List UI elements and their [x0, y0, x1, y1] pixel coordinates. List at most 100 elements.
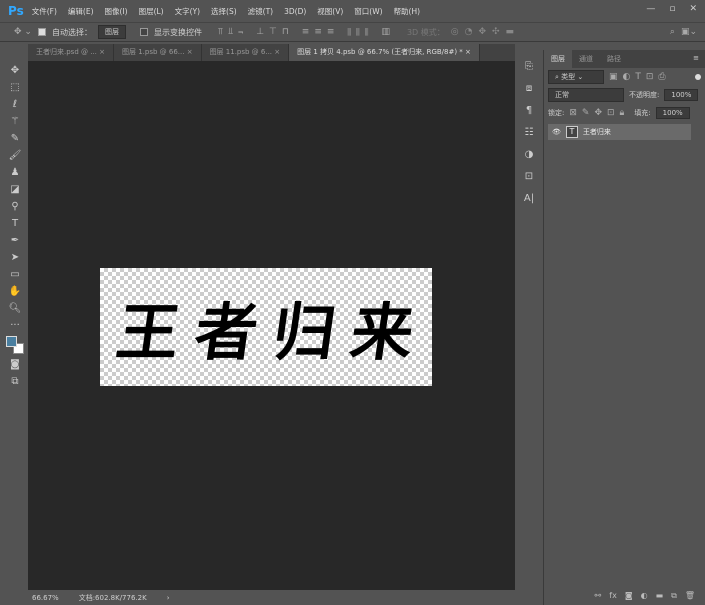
link-icon[interactable]: ⚯: [595, 591, 602, 601]
close-button[interactable]: ✕: [689, 4, 697, 14]
panel-menu-icon[interactable]: ≡: [687, 50, 705, 68]
lock-row: 锁定: ⊠✎✥⊡🔒︎ 填充: 100%: [544, 104, 705, 122]
menu-filter[interactable]: 滤镜(T): [248, 6, 273, 17]
text-layer-thumbnail-icon: T: [565, 126, 578, 138]
blend-row: 正常 不透明度: 100%: [544, 86, 705, 104]
status-bar: 66.67% 文档:602.8K/776.2K ›: [28, 590, 515, 605]
tab-document-1[interactable]: 王者归来.psd @ ... ×: [28, 44, 114, 61]
align-icons[interactable]: ⫪⫫⫬ ⊥⊤⊓ ≡≡≡ ⫴⫴⫴ ▥: [218, 27, 395, 37]
screen-mode-icon[interactable]: ⧉: [11, 375, 18, 388]
panel-tabs: 图层 通道 路径 ≡: [544, 50, 705, 68]
calligraphy-char: 王: [112, 296, 185, 369]
filter-toggle[interactable]: [695, 74, 701, 80]
tab-paths[interactable]: 路径: [600, 50, 628, 68]
properties-icon[interactable]: ⧈: [526, 82, 532, 95]
move-tool-icon[interactable]: ✥ ⌄: [14, 27, 32, 37]
panel-dock: ⎘ ⧈ ¶ ☷ ◑ ⊡ A|: [517, 58, 541, 228]
filter-kind-dropdown[interactable]: ⌕ 类型 ⌄: [548, 70, 604, 84]
tools-panel: ✥ ⬚ ℓ ⚚ ✎ 🖌︎ ♟ ◪ ⚲ T ✒ ➤ ▭ ✋ 🔍︎ ··· ◙ ⧉: [2, 60, 28, 590]
pen-tool-icon[interactable]: ✒: [11, 234, 19, 247]
tab-document-2[interactable]: 图层 1.psb @ 66... ×: [114, 44, 202, 61]
fill-label: 填充:: [634, 109, 651, 117]
menu-type[interactable]: 文字(Y): [175, 6, 200, 17]
adjustment-layer-icon[interactable]: ◐: [641, 591, 648, 601]
type-tool-icon[interactable]: T: [12, 217, 18, 230]
layer-name[interactable]: 王者归来: [583, 127, 611, 137]
menu-edit[interactable]: 编辑(E): [68, 6, 94, 17]
layer-row[interactable]: 👁︎ T 王者归来: [548, 124, 691, 140]
hand-tool-icon[interactable]: ✋: [9, 285, 21, 298]
menu-3d[interactable]: 3D(D): [284, 7, 306, 16]
menu-select[interactable]: 选择(S): [211, 6, 237, 17]
lock-label: 锁定:: [548, 109, 565, 117]
menu-help[interactable]: 帮助(H): [394, 6, 421, 17]
menu-bar: Ps 文件(F) 编辑(E) 图像(I) 图层(L) 文字(Y) 选择(S) 滤…: [0, 0, 705, 22]
window-controls: — ▫ ✕: [646, 4, 697, 14]
minimize-button[interactable]: —: [646, 4, 655, 14]
lock-icons[interactable]: ⊠✎✥⊡🔒︎: [569, 108, 629, 118]
color-icon[interactable]: ◑: [525, 148, 534, 161]
calligraphy-char: 来: [346, 296, 419, 369]
auto-select-checkbox[interactable]: [37, 28, 46, 36]
show-transform-label: 显示变换控件: [153, 27, 202, 37]
auto-select-label: 自动选择：: [51, 27, 92, 37]
workspace-icon[interactable]: ▣⌄: [681, 27, 697, 37]
menu-file[interactable]: 文件(F): [32, 6, 57, 17]
layers-footer: ⚯ fx ◙ ◐ ▬ ⧉ 🗑︎: [595, 591, 695, 601]
marquee-tool-icon[interactable]: ⬚: [10, 81, 19, 94]
document-size: 文档:602.8K/776.2K: [78, 593, 147, 602]
options-bar: ✥ ⌄ 自动选择： 图层 显示变换控件 ⫪⫫⫬ ⊥⊤⊓ ≡≡≡ ⫴⫴⫴ ▥ 3D…: [0, 22, 705, 42]
quick-mask-icon[interactable]: ◙: [10, 358, 20, 371]
new-layer-icon[interactable]: ⧉: [671, 591, 677, 601]
brush-icon[interactable]: 🖌︎: [9, 149, 22, 162]
tab-channels[interactable]: 通道: [572, 50, 600, 68]
paragraph-icon[interactable]: ¶: [526, 104, 532, 117]
restore-button[interactable]: ▫: [669, 4, 675, 14]
3d-tool-icons[interactable]: ◎◔✥✣▬: [451, 27, 520, 37]
menu-layer[interactable]: 图层(L): [139, 6, 164, 17]
menu-window[interactable]: 窗口(W): [354, 6, 382, 17]
rectangle-tool-icon[interactable]: ▭: [10, 268, 19, 281]
path-select-icon[interactable]: ➤: [11, 251, 19, 264]
layer-filter-row: ⌕ 类型 ⌄ ▣◐T⊡⎙: [544, 68, 705, 86]
stamp-icon[interactable]: ♟: [11, 166, 20, 179]
menu-view[interactable]: 视图(V): [317, 6, 343, 17]
history-icon[interactable]: ⎘: [525, 60, 533, 73]
mask-icon[interactable]: ◙: [625, 591, 633, 601]
status-arrow-icon[interactable]: ›: [167, 594, 170, 602]
eyedropper-icon[interactable]: ✎: [11, 132, 19, 145]
color-swatches[interactable]: [6, 336, 24, 354]
show-transform-checkbox[interactable]: [139, 28, 148, 36]
blend-mode-dropdown[interactable]: 正常: [548, 88, 624, 102]
trash-icon[interactable]: 🗑︎: [685, 591, 695, 601]
foreground-color-swatch[interactable]: [6, 336, 17, 347]
menu-image[interactable]: 图像(I): [105, 6, 128, 17]
search-icon[interactable]: ⌕: [670, 27, 675, 37]
tab-document-3[interactable]: 图层 11.psb @ 6... ×: [202, 44, 290, 61]
lasso-tool-icon[interactable]: ℓ: [13, 98, 17, 111]
dodge-icon[interactable]: ⚲: [11, 200, 18, 213]
layers-panel: 图层 通道 路径 ≡ ⌕ 类型 ⌄ ▣◐T⊡⎙ 正常 不透明度: 100% 锁定…: [543, 50, 705, 605]
calligraphy-char: 者: [190, 296, 263, 369]
eye-icon[interactable]: 👁︎: [552, 128, 561, 136]
zoom-level[interactable]: 66.67%: [32, 594, 59, 602]
group-icon[interactable]: ▬: [656, 591, 664, 601]
navigator-icon[interactable]: ⊡: [525, 170, 533, 183]
eraser-icon[interactable]: ◪: [10, 183, 19, 196]
more-tools-icon[interactable]: ···: [10, 319, 20, 332]
magic-wand-icon[interactable]: ⚚: [11, 115, 20, 128]
opacity-label: 不透明度:: [629, 91, 660, 99]
filter-icons[interactable]: ▣◐T⊡⎙: [609, 72, 671, 82]
tab-document-active[interactable]: 图层 1 拷贝 4.psb @ 66.7% (王者归来, RGB/8#) * ×: [289, 44, 480, 61]
character-icon[interactable]: A|: [524, 192, 534, 205]
document-canvas[interactable]: 王 者 归 来: [100, 268, 432, 386]
opacity-field[interactable]: 100%: [664, 89, 699, 101]
tab-layers[interactable]: 图层: [544, 50, 572, 68]
3d-mode-label: 3D 模式：: [406, 27, 445, 37]
auto-select-target-dropdown[interactable]: 图层: [97, 25, 126, 39]
zoom-tool-icon[interactable]: 🔍︎: [9, 302, 22, 315]
move-tool-icon[interactable]: ✥: [11, 64, 19, 77]
fill-field[interactable]: 100%: [655, 107, 690, 119]
adjustments-icon[interactable]: ☷: [525, 126, 534, 139]
fx-icon[interactable]: fx: [609, 591, 617, 601]
